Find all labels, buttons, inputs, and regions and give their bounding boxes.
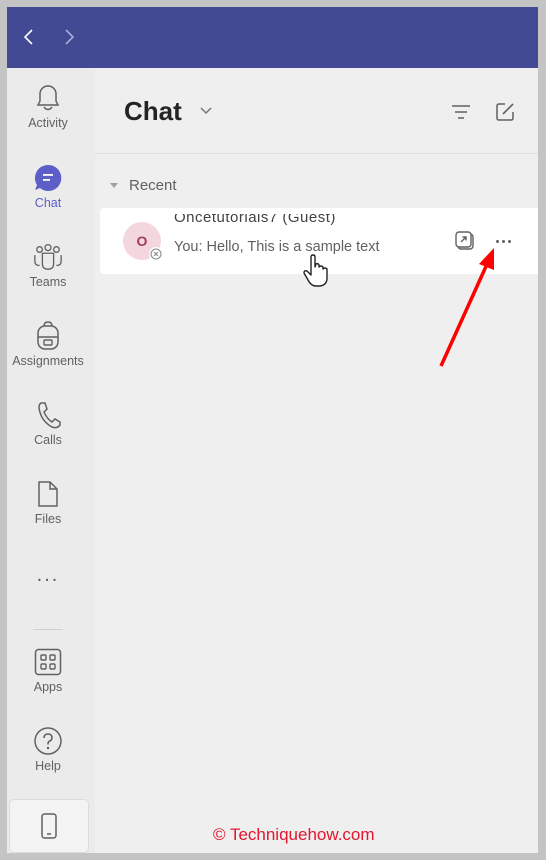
- offline-status-icon: [149, 247, 163, 261]
- sidebar-divider: [33, 629, 63, 630]
- app-bar: Activity Chat Teams Assignments Calls Fi…: [7, 68, 96, 853]
- sidebar-item-apps[interactable]: Apps: [7, 646, 89, 716]
- sidebar-item-label: Assignments: [12, 354, 84, 368]
- bell-icon: [33, 82, 63, 114]
- page-title[interactable]: Chat: [124, 96, 182, 127]
- watermark: © Techniquehow.com: [213, 825, 375, 844]
- forward-button[interactable]: [59, 25, 79, 49]
- sidebar-item-label: Teams: [29, 275, 67, 289]
- sidebar-item-label: Help: [35, 759, 61, 773]
- sidebar-item-assignments[interactable]: Assignments: [7, 320, 89, 390]
- filter-icon: [452, 105, 470, 119]
- title-bar: [7, 7, 538, 68]
- pop-out-icon: [455, 231, 474, 250]
- chat-list-pane: Chat Recent O Oncetutorials7 (Guest) You…: [95, 68, 538, 853]
- more-options-icon: [495, 239, 499, 243]
- sidebar-item-teams[interactable]: Teams: [7, 241, 89, 311]
- help-circle-icon: [33, 725, 63, 757]
- header-divider: [95, 153, 538, 154]
- more-options-button[interactable]: [490, 230, 516, 252]
- file-icon: [33, 478, 63, 510]
- filter-button[interactable]: [450, 101, 472, 123]
- chat-bubble-icon: [33, 162, 63, 194]
- back-button[interactable]: [19, 25, 39, 49]
- teams-icon: [33, 241, 63, 273]
- sidebar-item-chat[interactable]: Chat: [7, 162, 89, 232]
- window-edge: [538, 0, 546, 860]
- sidebar-item-help[interactable]: Help: [7, 725, 89, 795]
- new-chat-button[interactable]: [494, 101, 516, 123]
- sidebar-item-calls[interactable]: Calls: [7, 399, 89, 469]
- more-options-icon-dot: [501, 239, 505, 243]
- sidebar-item-label: Apps: [33, 680, 63, 694]
- sidebar-item-label: Activity: [28, 116, 68, 130]
- chat-preview: You: Hello, This is a sample text: [174, 239, 380, 255]
- recent-section-toggle[interactable]: Recent: [110, 177, 177, 194]
- chevron-right-icon: [65, 29, 75, 45]
- section-label: Recent: [129, 177, 177, 194]
- sidebar-item-files[interactable]: Files: [7, 478, 89, 548]
- pop-out-chat-button[interactable]: [454, 230, 476, 252]
- chat-name: Oncetutorials7 (Guest): [174, 214, 336, 225]
- more-icon: ...: [36, 564, 60, 586]
- mobile-app-button[interactable]: [9, 799, 89, 853]
- backpack-icon: [33, 320, 63, 352]
- hand-cursor-icon: [302, 254, 332, 293]
- sidebar-item-label: Calls: [34, 433, 62, 447]
- chevron-down-icon: [200, 107, 212, 115]
- phone-icon: [33, 399, 63, 431]
- apps-grid-icon: [33, 646, 63, 678]
- sidebar-item-activity[interactable]: Activity: [7, 82, 89, 152]
- more-options-icon-dot: [507, 239, 511, 243]
- chevron-left-icon: [23, 29, 33, 45]
- teams-window: Activity Chat Teams Assignments Calls Fi…: [7, 7, 538, 853]
- compose-icon: [496, 103, 514, 121]
- more-apps-button[interactable]: ...: [7, 564, 89, 592]
- sidebar-item-label: Files: [34, 512, 62, 526]
- mobile-phone-icon: [41, 813, 57, 839]
- sidebar-item-label: Chat: [34, 196, 62, 210]
- caret-down-icon: [110, 183, 118, 188]
- title-dropdown-button[interactable]: [199, 103, 213, 121]
